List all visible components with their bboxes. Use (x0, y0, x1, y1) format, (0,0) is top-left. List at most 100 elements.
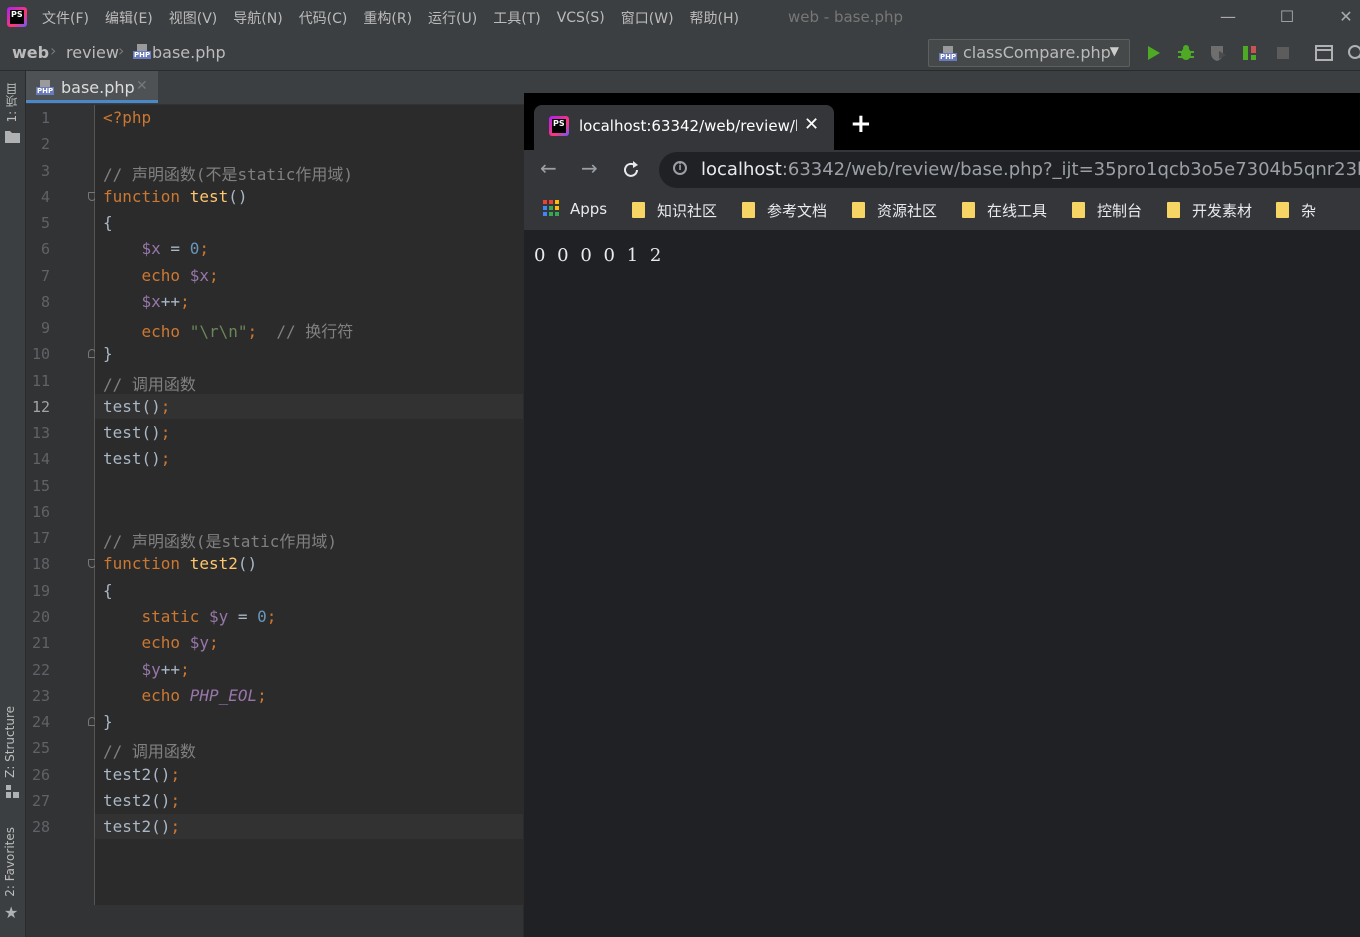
menu-file[interactable]: 文件(F) (42, 8, 89, 28)
breadcrumb-file[interactable]: base.php (133, 43, 226, 62)
address-bar[interactable]: i localhost:63342/web/review/base.php?_i… (659, 152, 1360, 188)
code-line-13: test(); (103, 423, 171, 442)
new-tab-button[interactable]: + (850, 109, 872, 139)
folder-icon (5, 131, 20, 143)
editor-tab-base-php[interactable]: base.php ✕ (26, 71, 158, 103)
bookmarks-bar: Apps 知识社区 参考文档 资源社区 在线工具 控制台 开发素材 杂 (524, 190, 1360, 230)
bookmark-apps[interactable]: Apps (543, 200, 607, 218)
folder-icon (852, 202, 865, 218)
line-number: 17 (31, 529, 50, 547)
minimize-button[interactable]: — (1214, 5, 1242, 29)
line-number: 15 (31, 477, 50, 495)
menu-view[interactable]: 视图(V) (169, 8, 218, 28)
code-line-1: <?php (103, 108, 152, 127)
reload-icon[interactable] (621, 160, 641, 180)
line-number: 14 (31, 450, 50, 468)
bookmark-folder-resources[interactable]: 资源社区 (852, 200, 937, 221)
line-number: 23 (31, 687, 50, 705)
php-file-icon (36, 80, 55, 96)
bookmark-folder-misc[interactable]: 杂 (1276, 200, 1316, 221)
code-line-10: } (103, 344, 113, 363)
code-line-22: $y++; (141, 660, 190, 679)
line-number: 10 (31, 345, 50, 363)
breadcrumb-review[interactable]: review (66, 43, 119, 62)
menu-help[interactable]: 帮助(H) (690, 8, 739, 28)
open-in-browser-icon[interactable] (1314, 43, 1334, 63)
left-tool-strip: 1: 项目 Z: Structure ★ 2: Favorites (0, 71, 26, 937)
php-file-icon (133, 44, 152, 60)
attach-profiler-icon[interactable] (1240, 43, 1260, 63)
line-number: 9 (40, 319, 50, 337)
code-line-11: // 调用函数 (103, 375, 196, 394)
line-number: 5 (40, 214, 50, 232)
maximize-button[interactable]: ☐ (1273, 5, 1301, 29)
line-number: 25 (31, 739, 50, 757)
line-number: 13 (31, 424, 50, 442)
code-line-4: function test() (103, 187, 248, 206)
breadcrumb-separator: › (50, 41, 57, 60)
code-line-20: static $y = 0; (141, 607, 277, 626)
code-line-12: test(); (103, 397, 171, 416)
browser-tab-strip: PS localhost:63342/web/review/base.php ✕… (524, 93, 1360, 150)
info-icon[interactable]: i (673, 161, 687, 175)
line-number: 1 (40, 109, 50, 127)
bookmark-folder-tools[interactable]: 在线工具 (962, 200, 1047, 221)
code-line-9: echo "\r\n"; // 换行符 (141, 322, 354, 341)
folder-icon (1276, 202, 1289, 218)
menu-window[interactable]: 窗口(W) (621, 8, 674, 28)
line-number: 28 (31, 818, 50, 836)
debug-icon[interactable] (1176, 43, 1196, 63)
back-arrow-icon[interactable]: ← (540, 156, 557, 180)
code-line-7: echo $x; (141, 266, 219, 285)
bookmark-folder-knowledge[interactable]: 知识社区 (632, 200, 717, 221)
line-number: 26 (31, 766, 50, 784)
close-window-button[interactable]: ✕ (1332, 5, 1360, 29)
code-line-25: // 调用函数 (103, 742, 196, 761)
code-line-8: $x++; (141, 292, 190, 311)
code-line-5: { (103, 213, 113, 232)
browser-tab-localhost[interactable]: PS localhost:63342/web/review/base.php ✕ (534, 105, 834, 150)
code-line-3: // 声明函数(不是static作用域) (103, 165, 353, 184)
folder-icon (632, 202, 645, 218)
chevron-down-icon: ▼ (1109, 44, 1119, 58)
stop-icon[interactable] (1273, 43, 1293, 63)
line-number: 4 (40, 188, 50, 206)
favorites-tool-tab[interactable]: 2: Favorites (3, 827, 17, 897)
code-line-23: echo PHP_EOL; (141, 686, 267, 705)
folder-icon (962, 202, 975, 218)
menu-run[interactable]: 运行(U) (428, 8, 477, 28)
menu-refactor[interactable]: 重构(R) (363, 8, 412, 28)
line-number: 24 (31, 713, 50, 731)
bookmark-folder-docs[interactable]: 参考文档 (742, 200, 827, 221)
line-number: 7 (40, 267, 50, 285)
menu-vcs[interactable]: VCS(S) (557, 10, 605, 26)
search-icon[interactable] (1346, 43, 1360, 63)
menu-edit[interactable]: 编辑(E) (105, 8, 153, 28)
run-with-coverage-icon[interactable] (1208, 43, 1228, 63)
bookmark-folder-console[interactable]: 控制台 (1072, 200, 1142, 221)
code-line-26: test2(); (103, 765, 181, 784)
structure-tool-tab[interactable]: Z: Structure (3, 706, 17, 778)
close-tab-icon[interactable]: ✕ (804, 114, 819, 135)
breadcrumb-web[interactable]: web (12, 43, 49, 62)
menu-code[interactable]: 代码(C) (299, 8, 348, 28)
project-tool-tab[interactable]: 1: 项目 (3, 83, 20, 123)
menu-navigate[interactable]: 导航(N) (233, 8, 282, 28)
code-editor[interactable]: <?php // 声明函数(不是static作用域) function test… (95, 105, 523, 905)
php-run-config-icon (939, 46, 958, 62)
run-configuration-dropdown[interactable]: classCompare.php ▼ (928, 39, 1130, 67)
structure-icon (6, 785, 19, 798)
line-number: 11 (31, 372, 50, 390)
line-number: 21 (31, 634, 50, 652)
menu-tools[interactable]: 工具(T) (493, 8, 540, 28)
folder-icon (742, 202, 755, 218)
close-tab-icon[interactable]: ✕ (136, 78, 148, 94)
editor-gutter[interactable]: 1 2 3 4 5 6 7 8 9 10 11 12 13 14 15 16 1… (26, 105, 96, 905)
window-title: web - base.php (788, 8, 904, 26)
forward-arrow-icon[interactable]: → (581, 156, 598, 180)
page-output-text: 0 0 0 0 1 2 (534, 245, 665, 266)
code-line-17: // 声明函数(是static作用域) (103, 532, 337, 551)
bookmark-folder-dev-assets[interactable]: 开发素材 (1167, 200, 1252, 221)
apps-grid-icon (543, 200, 559, 216)
run-icon[interactable] (1144, 43, 1164, 63)
